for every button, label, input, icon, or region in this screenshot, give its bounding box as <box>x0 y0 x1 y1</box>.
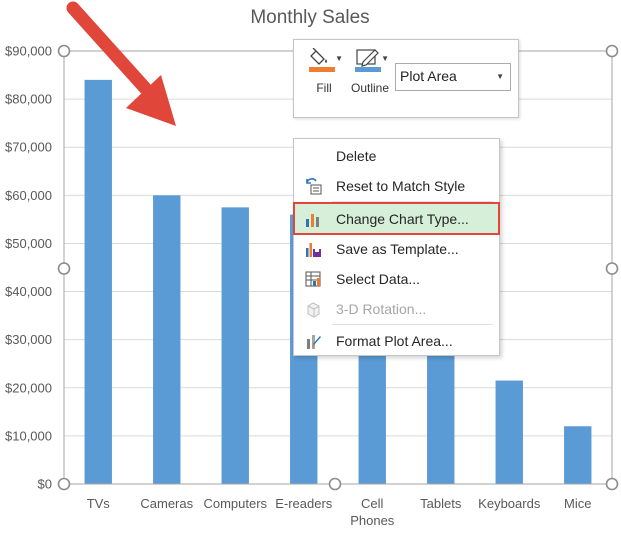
bar[interactable] <box>564 426 592 484</box>
bar[interactable] <box>221 207 249 484</box>
resize-handle[interactable] <box>57 44 71 58</box>
rotation-3d-icon <box>307 302 320 318</box>
y-tick-label: $50,000 <box>5 236 52 251</box>
menu-item-label: 3-D Rotation... <box>336 301 427 317</box>
outline-color-swatch <box>355 67 381 72</box>
y-tick-label: $20,000 <box>5 380 52 395</box>
chart-element-dropdown[interactable]: Plot Area ▼ <box>395 63 511 91</box>
resize-handle[interactable] <box>328 477 342 491</box>
x-tick-label: Keyboards <box>478 496 541 511</box>
outline-label: Outline <box>350 81 390 95</box>
fill-color-swatch <box>309 67 335 72</box>
menu-separator <box>332 324 493 325</box>
save-template-icon <box>306 243 321 257</box>
y-axis: $0 $10,000 $20,000 $30,000 $40,000 $50,000 $60… <box>5 44 52 492</box>
bar[interactable] <box>153 195 181 485</box>
y-tick-label: $80,000 <box>5 92 52 107</box>
menu-item-reset-to-match-style[interactable]: Reset to Match Style <box>295 171 498 200</box>
menu-item-change-chart-type[interactable]: Change Chart Type... <box>293 202 500 235</box>
resize-handle[interactable] <box>605 44 619 58</box>
mini-toolbar: ▼ Fill ▼ Outline Plot Area ▼ <box>293 39 519 118</box>
x-tick-label: TVs <box>87 496 111 511</box>
bar[interactable] <box>427 339 455 484</box>
menu-item-label: Reset to Match Style <box>336 178 466 194</box>
menu-item-label: Delete <box>336 148 377 164</box>
bar[interactable] <box>495 380 523 484</box>
menu-item-label: Select Data... <box>336 271 421 287</box>
menu-item-delete[interactable]: Delete <box>295 141 498 170</box>
y-tick-label: $40,000 <box>5 284 52 299</box>
select-data-icon <box>305 271 321 287</box>
resize-handle[interactable] <box>605 262 619 275</box>
menu-separator <box>332 201 493 202</box>
format-area-icon <box>307 335 321 349</box>
x-tick-label: Computers <box>203 496 267 511</box>
y-tick-label: $90,000 <box>5 44 52 59</box>
y-tick-label: $60,000 <box>5 188 52 203</box>
context-menu: Delete Reset to Match Style Change Chart… <box>293 138 500 356</box>
x-tick-label: E-readers <box>275 496 333 511</box>
chevron-down-icon[interactable]: ▼ <box>335 54 343 63</box>
chart-type-icon <box>306 214 319 227</box>
y-tick-label: $10,000 <box>5 428 52 443</box>
reset-style-icon <box>306 178 322 195</box>
menu-item-save-as-template[interactable]: Save as Template... <box>295 234 498 263</box>
x-tick-label: Cameras <box>140 496 193 511</box>
menu-item-label: Change Chart Type... <box>336 211 469 227</box>
y-tick-label: $0 <box>38 477 52 492</box>
resize-handle[interactable] <box>605 477 619 491</box>
x-tick-label: Cell Phones <box>350 496 395 528</box>
chart-element-value: Plot Area <box>400 68 457 84</box>
menu-item-select-data[interactable]: Select Data... <box>295 264 498 293</box>
fill-button[interactable]: ▼ Fill <box>302 47 346 95</box>
chevron-down-icon[interactable]: ▼ <box>381 54 389 63</box>
menu-item-format-plot-area[interactable]: Format Plot Area... <box>295 326 498 355</box>
x-tick-label: Mice <box>564 496 591 511</box>
y-tick-label: $70,000 <box>5 140 52 155</box>
fill-label: Fill <box>316 81 332 95</box>
x-axis: TVs Cameras Computers E-readers Cell Phones Ta… <box>64 483 612 528</box>
resize-handle[interactable] <box>57 262 71 275</box>
outline-button[interactable]: ▼ Outline <box>348 48 392 95</box>
chart-title[interactable]: Monthly Sales <box>250 7 369 28</box>
y-tick-label: $30,000 <box>5 332 52 347</box>
chevron-down-icon[interactable]: ▼ <box>496 72 504 81</box>
resize-handle[interactable] <box>57 477 71 491</box>
menu-item-label: Format Plot Area... <box>336 333 453 349</box>
menu-item-label: Save as Template... <box>336 241 459 257</box>
bar[interactable] <box>84 79 112 484</box>
menu-item-3d-rotation[interactable]: 3-D Rotation... <box>295 294 498 323</box>
x-tick-label: Tablets <box>420 496 462 511</box>
